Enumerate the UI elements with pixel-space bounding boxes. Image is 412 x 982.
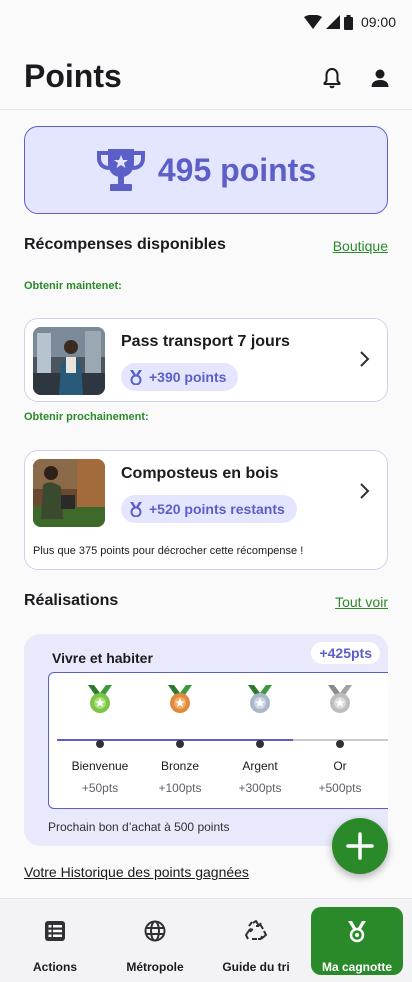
account-button[interactable] (368, 66, 392, 90)
level-name: Argent (242, 759, 278, 773)
achievement-category: Vivre et habiter (52, 650, 153, 666)
next-voucher-text: Prochain bon d’achat à 500 points (48, 820, 230, 834)
wifi-icon (303, 15, 322, 29)
reward-note: Plus que 375 points pour décrocher cette… (33, 545, 304, 557)
reward-points-pill: +520 points restants (121, 495, 297, 523)
list-icon (45, 921, 65, 941)
level-points: +100pts (158, 781, 202, 795)
status-icons: 09:00 (303, 14, 396, 30)
reward-points-pill: +390 points (121, 363, 239, 391)
battery-icon (343, 14, 353, 30)
nav-item-ma-cagnotte[interactable]: Ma cagnotte (311, 907, 403, 975)
level-points: +500pts (318, 781, 362, 795)
reward-card-composteur[interactable]: Composteus en bois +520 points restants … (24, 450, 388, 570)
level-name: Or (333, 759, 347, 773)
level-dot (176, 740, 184, 748)
reward-name: Composteus en bois (121, 465, 279, 482)
medal-icon (130, 502, 142, 517)
nav-item-actions[interactable]: Actions (7, 899, 103, 982)
level-or: Or +500pts (300, 683, 380, 795)
level-bienvenue: Bienvenue +50pts (60, 683, 140, 795)
level-argent: Argent +300pts (220, 683, 300, 795)
reward-name: Pass transport 7 jours (121, 333, 290, 350)
nav-label: Métropole (126, 960, 184, 974)
level-points: +50pts (81, 781, 119, 795)
reward-card-pass-transport[interactable]: Pass transport 7 jours +390 points (24, 318, 388, 402)
achievement-points-badge: +425pts (311, 642, 380, 664)
obtain-now-label: Obtenir maintenet: (24, 280, 122, 292)
level-bronze: Bronze +100pts (140, 683, 220, 795)
reward-points: +390 points (149, 369, 227, 385)
rewards-title: Récompenses disponibles (24, 236, 226, 253)
level-dot (96, 740, 104, 748)
globe-icon (144, 920, 166, 942)
chevron-right-icon (360, 351, 370, 367)
level-name: Bienvenue (71, 759, 129, 773)
page-title: Points (24, 58, 122, 94)
gold-medal-locked-icon (328, 685, 352, 713)
reward-image (33, 459, 105, 527)
points-summary-card: 495 points (24, 126, 388, 214)
nav-label: Ma cagnotte (321, 960, 392, 974)
status-time: 09:00 (360, 14, 396, 30)
level-dot (336, 740, 344, 748)
obtain-next-label: Obtenir prochainement: (24, 411, 149, 423)
nav-item-metropole[interactable]: Métropole (107, 899, 203, 982)
achievements-title: Réalisations (24, 592, 119, 609)
recycle-icon (245, 920, 267, 940)
nav-label: Guide du tri (222, 960, 290, 974)
points-history-link[interactable]: Votre Historique des points gagnées (24, 864, 249, 880)
silver-medal-icon (248, 685, 272, 713)
see-all-link[interactable]: Tout voir (335, 594, 388, 610)
chevron-right-icon (360, 483, 370, 499)
person-icon (371, 69, 389, 87)
boutique-link[interactable]: Boutique (333, 238, 388, 254)
reward-points: +520 points restants (149, 501, 285, 517)
bottom-navigation: Actions Métropole Guide du tri Ma cagnot… (0, 898, 412, 982)
app-bar: Points (0, 48, 412, 110)
reward-image (33, 327, 105, 395)
trophy-icon (96, 149, 145, 191)
medal-icon (348, 921, 366, 943)
bronze-medal-icon (168, 685, 192, 713)
level-points: +300pts (238, 781, 282, 795)
medal-icon (130, 370, 142, 385)
level-name: Bronze (160, 759, 200, 773)
plus-icon (346, 832, 374, 860)
add-button[interactable] (332, 818, 388, 874)
bell-icon (323, 68, 341, 89)
level-dot (256, 740, 264, 748)
achievement-levels: Bienvenue +50pts Bronze +100pts Argent +… (48, 672, 388, 809)
nav-label: Actions (32, 960, 77, 974)
status-bar: 09:00 (0, 0, 412, 48)
green-medal-icon (88, 685, 112, 713)
achievement-card[interactable]: Vivre et habiter +425pts Bienvenue +50pt… (24, 634, 388, 846)
notifications-button[interactable] (320, 66, 344, 90)
nav-item-guide-du-tri[interactable]: Guide du tri (208, 899, 304, 982)
points-total: 495 points (157, 151, 317, 188)
signal-icon (325, 15, 340, 29)
